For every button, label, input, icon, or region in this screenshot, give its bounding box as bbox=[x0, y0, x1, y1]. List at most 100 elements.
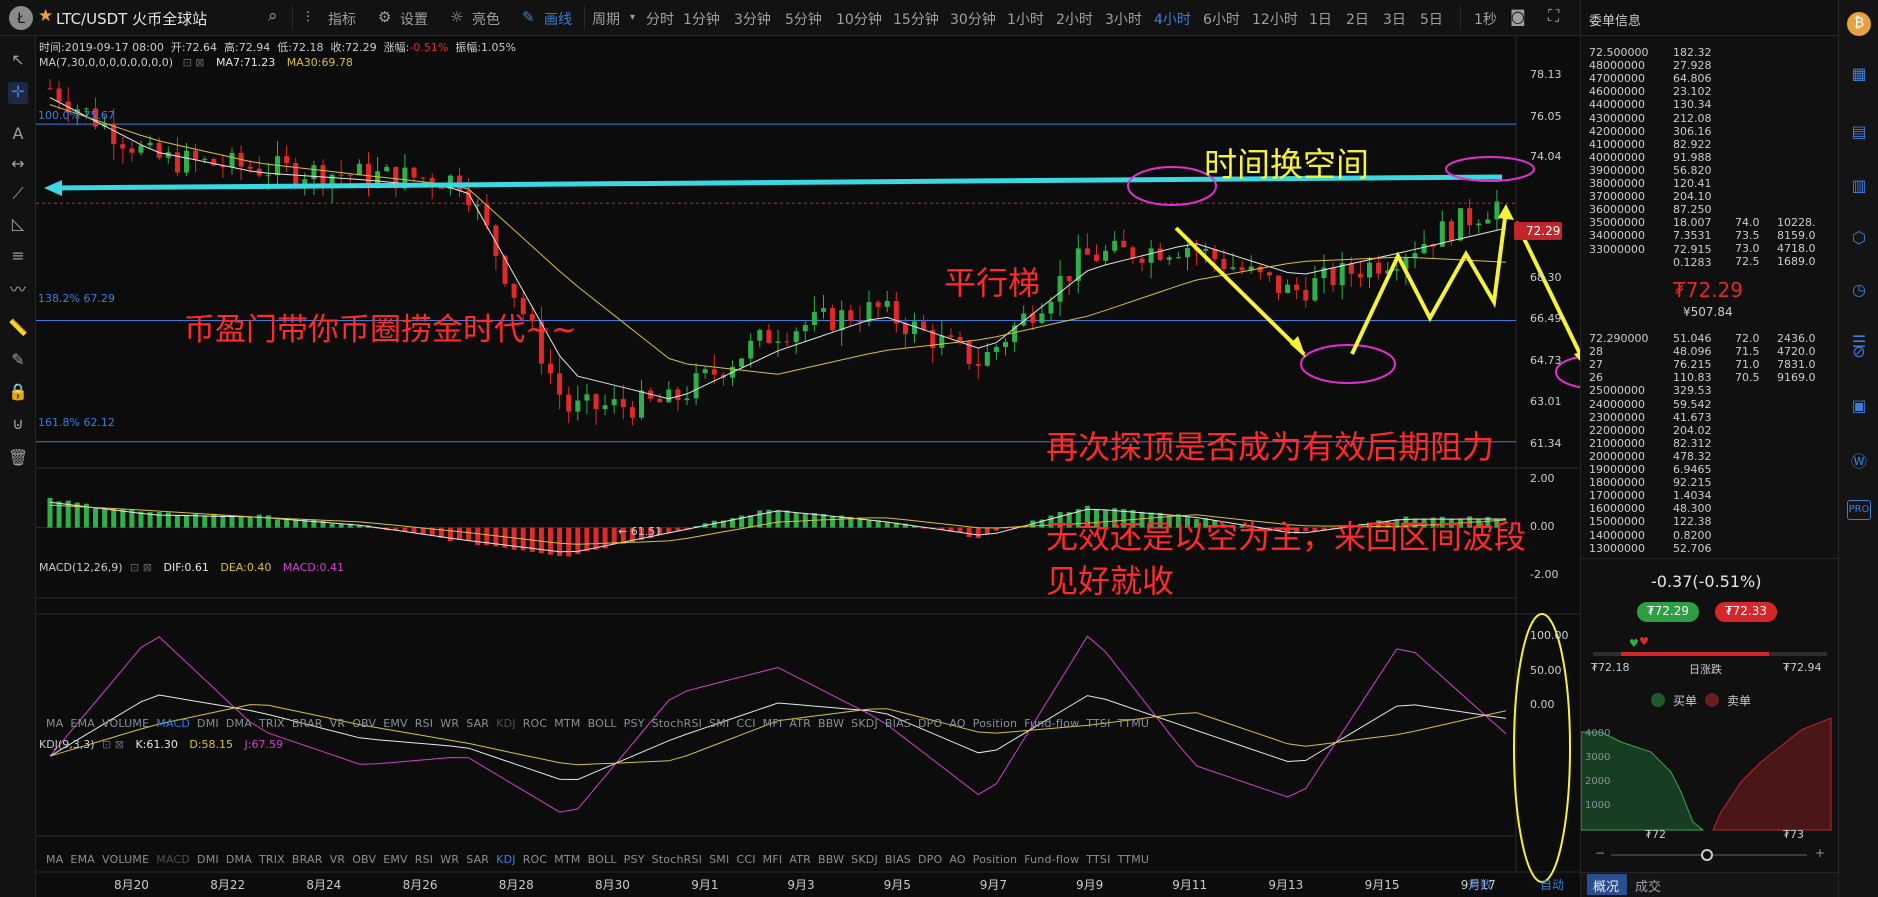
notes-icon[interactable]: ▣ bbox=[1847, 396, 1871, 420]
ask-price[interactable]: 37000000 bbox=[1589, 190, 1645, 203]
best-bid-badge[interactable]: ₮72.29 bbox=[1637, 602, 1699, 622]
close-small-icon[interactable]: ⊠ bbox=[143, 561, 152, 574]
kdj-pane-tab-emv[interactable]: EMV bbox=[383, 853, 408, 866]
kdj-pane-tab-dpo[interactable]: DPO bbox=[918, 853, 942, 866]
chevron-down-icon[interactable]: ▾ bbox=[630, 12, 635, 23]
bid-price[interactable]: 16000000 bbox=[1589, 502, 1645, 515]
best-ask-badge[interactable]: ₮72.33 bbox=[1715, 602, 1777, 622]
interval-5[interactable]: 15分钟 bbox=[893, 9, 939, 29]
bid-price[interactable]: 19000000 bbox=[1589, 463, 1645, 476]
menu-indicators[interactable]: 指标 bbox=[328, 9, 356, 29]
bid-level-price[interactable]: 71.0 bbox=[1735, 358, 1760, 371]
interval-11[interactable]: 6小时 bbox=[1203, 9, 1240, 29]
kdj-pane-tab-brar[interactable]: BRAR bbox=[292, 853, 323, 866]
kdj-pane-tab-skdj[interactable]: SKDJ bbox=[851, 853, 878, 866]
wiki-icon[interactable]: Ⓦ bbox=[1847, 448, 1871, 472]
interval-3[interactable]: 5分钟 bbox=[785, 9, 822, 29]
macd-pane-tab-dma[interactable]: DMA bbox=[226, 717, 252, 730]
macd-pane-tab-boll[interactable]: BOLL bbox=[588, 717, 617, 730]
kdj-pane-tab-ttmu[interactable]: TTMU bbox=[1118, 853, 1150, 866]
bid-level-price[interactable]: 70.5 bbox=[1735, 371, 1760, 384]
close-small-icon[interactable]: ⊠ bbox=[115, 738, 124, 751]
bid-price[interactable]: 14000000 bbox=[1589, 529, 1645, 542]
macd-pane-tab-roc[interactable]: ROC bbox=[523, 717, 548, 730]
kdj-pane-tab-vr[interactable]: VR bbox=[330, 853, 346, 866]
camera-icon[interactable]: ◙ bbox=[1510, 7, 1526, 26]
lock-icon[interactable]: 🔒 bbox=[8, 382, 28, 404]
kdj-pane-tab-bias[interactable]: BIAS bbox=[885, 853, 911, 866]
ask-price[interactable]: 48000000 bbox=[1589, 59, 1645, 72]
trash-icon[interactable]: 🗑 bbox=[8, 448, 28, 470]
bid-price[interactable]: 72.290000 bbox=[1589, 332, 1649, 345]
close-small-icon[interactable]: ⊠ bbox=[195, 56, 204, 69]
macd-params[interactable]: MACD(12,26,9) bbox=[39, 561, 123, 574]
kdj-pane-tab-bbw[interactable]: BBW bbox=[818, 853, 844, 866]
interval-9[interactable]: 3小时 bbox=[1105, 9, 1142, 29]
bid-price[interactable]: 20000000 bbox=[1589, 450, 1645, 463]
kdj-pane-tab-psy[interactable]: PSY bbox=[624, 853, 645, 866]
ask-price[interactable]: 39000000 bbox=[1589, 164, 1645, 177]
macd-pane-tab-ttmu[interactable]: TTMU bbox=[1118, 717, 1150, 730]
crosshair-icon[interactable]: ✛ bbox=[8, 82, 28, 104]
period-label[interactable]: 周期 bbox=[592, 9, 620, 29]
sun-icon[interactable]: ☼ bbox=[450, 8, 463, 26]
macd-pane-tab-kdj[interactable]: KDJ bbox=[496, 717, 516, 730]
ask-price[interactable]: 42000000 bbox=[1589, 125, 1645, 138]
macd-pane-tab-psy[interactable]: PSY bbox=[624, 717, 645, 730]
ask-price[interactable]: 44000000 bbox=[1589, 98, 1645, 111]
kdj-pane-tab-obv[interactable]: OBV bbox=[352, 853, 376, 866]
menu-draw[interactable]: 画线 bbox=[544, 9, 572, 29]
bar-chart-icon[interactable]: ⫶ bbox=[306, 8, 310, 26]
gear-icon[interactable]: ⚙ bbox=[378, 8, 391, 26]
zoom-out-button[interactable]: − bbox=[1595, 846, 1605, 860]
kdj-pane-tab-kdj[interactable]: KDJ bbox=[496, 853, 516, 866]
kdj-pane-tab-stochrsi[interactable]: StochRSI bbox=[652, 853, 703, 866]
ask-price[interactable]: 35000000 bbox=[1589, 216, 1645, 229]
bid-price[interactable]: 26 bbox=[1589, 371, 1603, 384]
macd-pane-tab-ttsi[interactable]: TTSI bbox=[1086, 717, 1110, 730]
macd-pane-tab-smi[interactable]: SMI bbox=[709, 717, 729, 730]
ask-price[interactable]: 46000000 bbox=[1589, 85, 1645, 98]
macd-pane-tab-obv[interactable]: OBV bbox=[352, 717, 376, 730]
macd-pane-tab-brar[interactable]: BRAR bbox=[292, 717, 323, 730]
news-icon[interactable]: ▤ bbox=[1847, 122, 1871, 146]
bid-price[interactable]: 23000000 bbox=[1589, 411, 1645, 424]
ask-price[interactable]: 38000000 bbox=[1589, 177, 1645, 190]
macd-pane-tab-mtm[interactable]: MTM bbox=[554, 717, 580, 730]
macd-pane-tab-ao[interactable]: AO bbox=[949, 717, 965, 730]
macd-pane-tab-volume[interactable]: VOLUME bbox=[102, 717, 149, 730]
bid-price[interactable]: 24000000 bbox=[1589, 398, 1645, 411]
kdj-pane-tab-wr[interactable]: WR bbox=[440, 853, 459, 866]
kdj-pane-tab-ttsi[interactable]: TTSI bbox=[1086, 853, 1110, 866]
kdj-pane-tab-ema[interactable]: EMA bbox=[70, 853, 95, 866]
bid-price[interactable]: 28 bbox=[1589, 345, 1603, 358]
interval-14[interactable]: 2日 bbox=[1346, 9, 1369, 29]
macd-pane-tab-emv[interactable]: EMV bbox=[383, 717, 408, 730]
kdj-pane-tab-trix[interactable]: TRIX bbox=[259, 853, 285, 866]
tab-overview[interactable]: 概况 bbox=[1593, 876, 1619, 895]
pen-icon[interactable]: ✎ bbox=[522, 8, 535, 26]
stats-icon[interactable]: ▥ bbox=[1847, 176, 1871, 200]
ask-price[interactable]: 33000000 bbox=[1589, 243, 1645, 256]
bid-price[interactable]: 13000000 bbox=[1589, 542, 1645, 555]
bitcoin-icon[interactable]: ₿ bbox=[1847, 12, 1871, 36]
macd-pane-tab-trix[interactable]: TRIX bbox=[259, 717, 285, 730]
search-icon[interactable]: ⌕ bbox=[268, 6, 278, 26]
ask-level-price[interactable]: 73.5 bbox=[1735, 229, 1760, 242]
log-scale-button[interactable]: 对数 bbox=[1468, 876, 1492, 893]
kdj-pane-tab-sar[interactable]: SAR bbox=[466, 853, 489, 866]
triangle-tool-icon[interactable]: ◺ bbox=[8, 214, 28, 236]
bid-price[interactable]: 18000000 bbox=[1589, 476, 1645, 489]
bid-level-price[interactable]: 71.5 bbox=[1735, 345, 1760, 358]
ask-level-price[interactable]: 72.5 bbox=[1735, 255, 1760, 268]
macd-pane-tab-mfi[interactable]: MFI bbox=[763, 717, 783, 730]
interval-7[interactable]: 1小时 bbox=[1007, 9, 1044, 29]
trading-pair-title[interactable]: LTC/USDT 火币全球站 bbox=[56, 8, 207, 29]
ruler-icon[interactable]: 📏 bbox=[8, 318, 28, 340]
auto-scale-button[interactable]: 自动 bbox=[1540, 876, 1564, 893]
interval-10[interactable]: 4小时 bbox=[1154, 9, 1191, 29]
pencil-icon[interactable]: ✎ bbox=[8, 350, 28, 372]
macd-pane-tab-ema[interactable]: EMA bbox=[70, 717, 95, 730]
bid-price[interactable]: 22000000 bbox=[1589, 424, 1645, 437]
bid-level-price[interactable]: 72.0 bbox=[1735, 332, 1760, 345]
